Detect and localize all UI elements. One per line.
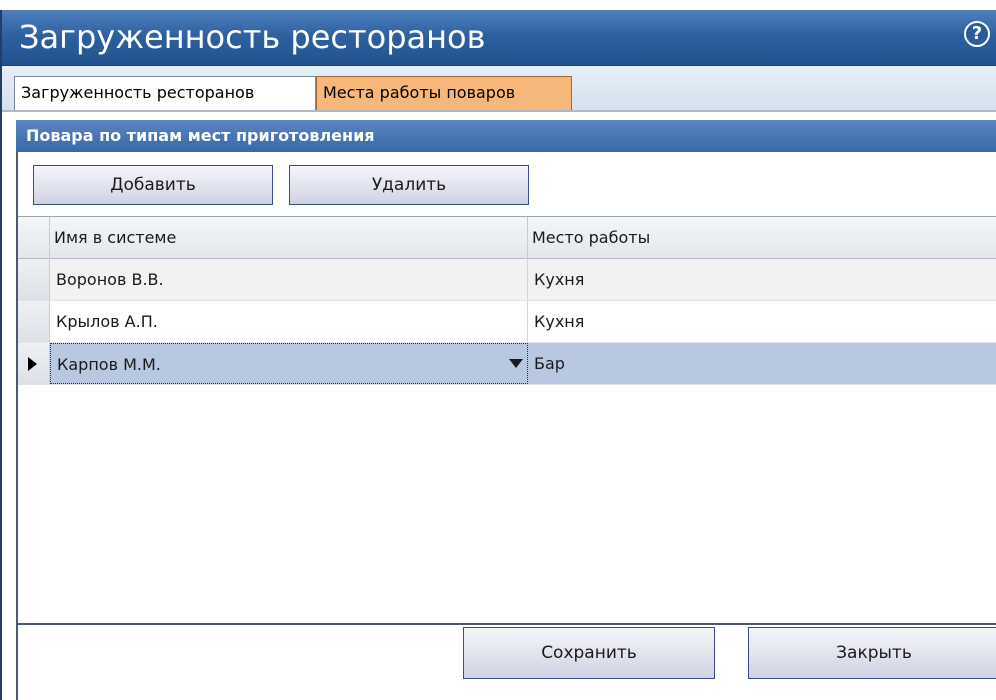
row-header[interactable]: [18, 343, 50, 384]
chevron-down-icon[interactable]: [509, 359, 523, 368]
grid-bottom-border: [18, 623, 996, 625]
row-header[interactable]: [18, 301, 50, 342]
dialog-window: Загруженность ресторанов ? Загруженность…: [0, 10, 996, 700]
table-row[interactable]: Воронов В.В. Кухня: [18, 259, 996, 301]
column-header-workplace[interactable]: Место работы: [528, 217, 996, 259]
cooks-panel: Добавить Удалить Имя в системе Место раб…: [16, 152, 996, 700]
close-button[interactable]: Закрыть: [748, 627, 996, 679]
section-header: Повара по типам мест приготовления: [16, 120, 996, 152]
cell-name[interactable]: Крылов А.П.: [50, 301, 528, 342]
add-button[interactable]: Добавить: [33, 165, 273, 205]
cell-workplace[interactable]: Бар: [528, 343, 996, 384]
column-header-name[interactable]: Имя в системе: [50, 217, 528, 259]
table-row-selected[interactable]: Карпов М.М. Бар: [18, 343, 996, 385]
tab-restaurant-load[interactable]: Загруженность ресторанов: [14, 76, 316, 110]
cell-name-value: Карпов М.М.: [57, 355, 161, 374]
titlebar: Загруженность ресторанов ?: [2, 10, 996, 66]
row-header[interactable]: [18, 259, 50, 300]
tab-strip: Загруженность ресторанов Места работы по…: [2, 66, 996, 112]
delete-button[interactable]: Удалить: [289, 165, 529, 205]
grid-header: Имя в системе Место работы: [18, 217, 996, 259]
table-row[interactable]: Крылов А.П. Кухня: [18, 301, 996, 343]
help-icon[interactable]: ?: [964, 21, 990, 47]
cell-workplace[interactable]: Кухня: [528, 301, 996, 342]
tab-cook-workplaces[interactable]: Места работы поваров: [316, 76, 572, 110]
top-strip: [0, 0, 996, 10]
cooks-grid: Имя в системе Место работы Воронов В.В. …: [18, 216, 996, 625]
window-title: Загруженность ресторанов: [19, 18, 486, 56]
grid-corner: [18, 217, 50, 259]
cell-workplace[interactable]: Кухня: [528, 259, 996, 300]
current-row-arrow-icon: [28, 357, 37, 371]
cell-name[interactable]: Воронов В.В.: [50, 259, 528, 300]
cell-name-editor[interactable]: Карпов М.М.: [50, 343, 528, 384]
save-button[interactable]: Сохранить: [463, 627, 715, 679]
